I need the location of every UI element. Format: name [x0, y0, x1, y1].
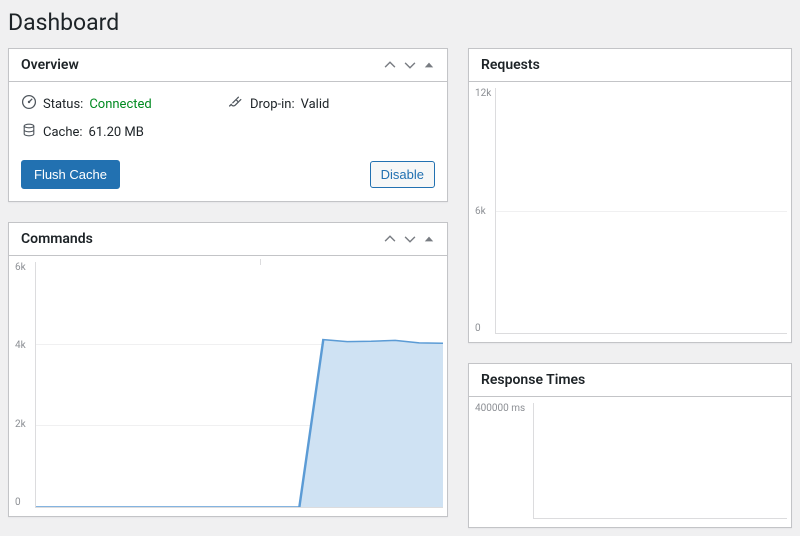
commands-yticks: 6k 4k 2k 0 — [15, 262, 26, 508]
overview-panel: Overview — [8, 48, 448, 202]
gauge-icon — [21, 94, 37, 114]
requests-header: Requests — [469, 49, 791, 82]
cache-row: Cache: 61.20 MB — [21, 122, 228, 142]
flush-cache-button[interactable]: Flush Cache — [21, 160, 120, 189]
ytick: 400000 ms — [475, 403, 525, 414]
commands-panel: Commands 6k 4k 2k — [8, 222, 448, 517]
response-times-header: Response Times — [469, 364, 791, 397]
status-row: Status: Connected — [21, 94, 228, 114]
overview-title: Overview — [21, 57, 79, 73]
ytick: 6k — [15, 262, 26, 273]
database-icon — [21, 122, 37, 142]
chevron-up-icon[interactable] — [383, 232, 397, 246]
cache-value: 61.20 MB — [89, 125, 144, 140]
ytick: 12k — [475, 88, 491, 99]
requests-chart-area — [495, 88, 787, 334]
response-times-chart: 400000 ms — [469, 397, 791, 527]
ytick: 0 — [15, 497, 26, 508]
dropin-value: Valid — [301, 97, 330, 112]
response-times-title: Response Times — [481, 372, 585, 388]
response-times-panel: Response Times 400000 ms — [468, 363, 792, 528]
chevron-down-icon[interactable] — [403, 232, 417, 246]
plug-icon — [228, 94, 244, 114]
ytick: 6k — [475, 206, 491, 217]
response-times-yticks: 400000 ms — [475, 403, 525, 519]
collapse-icon[interactable] — [423, 59, 435, 71]
commands-header: Commands — [9, 223, 447, 256]
dropin-row: Drop-in: Valid — [228, 94, 435, 114]
status-label: Status: — [43, 97, 83, 112]
ytick: 0 — [475, 323, 491, 334]
disable-button[interactable]: Disable — [370, 161, 435, 188]
ytick: 4k — [15, 340, 26, 351]
status-value: Connected — [89, 97, 151, 112]
overview-header: Overview — [9, 49, 447, 82]
response-times-chart-area — [533, 403, 787, 519]
commands-chart: 6k 4k 2k 0 — [9, 256, 447, 516]
requests-chart: 12k 6k 0 — [469, 82, 791, 342]
page-title: Dashboard — [0, 0, 800, 40]
commands-chart-area — [35, 262, 443, 508]
requests-panel: Requests 12k 6k 0 — [468, 48, 792, 343]
dropin-label: Drop-in: — [250, 97, 295, 112]
ytick: 2k — [15, 419, 26, 430]
cache-label: Cache: — [43, 125, 83, 140]
requests-yticks: 12k 6k 0 — [475, 88, 491, 334]
commands-title: Commands — [21, 231, 93, 247]
chevron-up-icon[interactable] — [383, 58, 397, 72]
chevron-down-icon[interactable] — [403, 58, 417, 72]
requests-title: Requests — [481, 57, 540, 73]
commands-series — [36, 262, 443, 507]
collapse-icon[interactable] — [423, 233, 435, 245]
